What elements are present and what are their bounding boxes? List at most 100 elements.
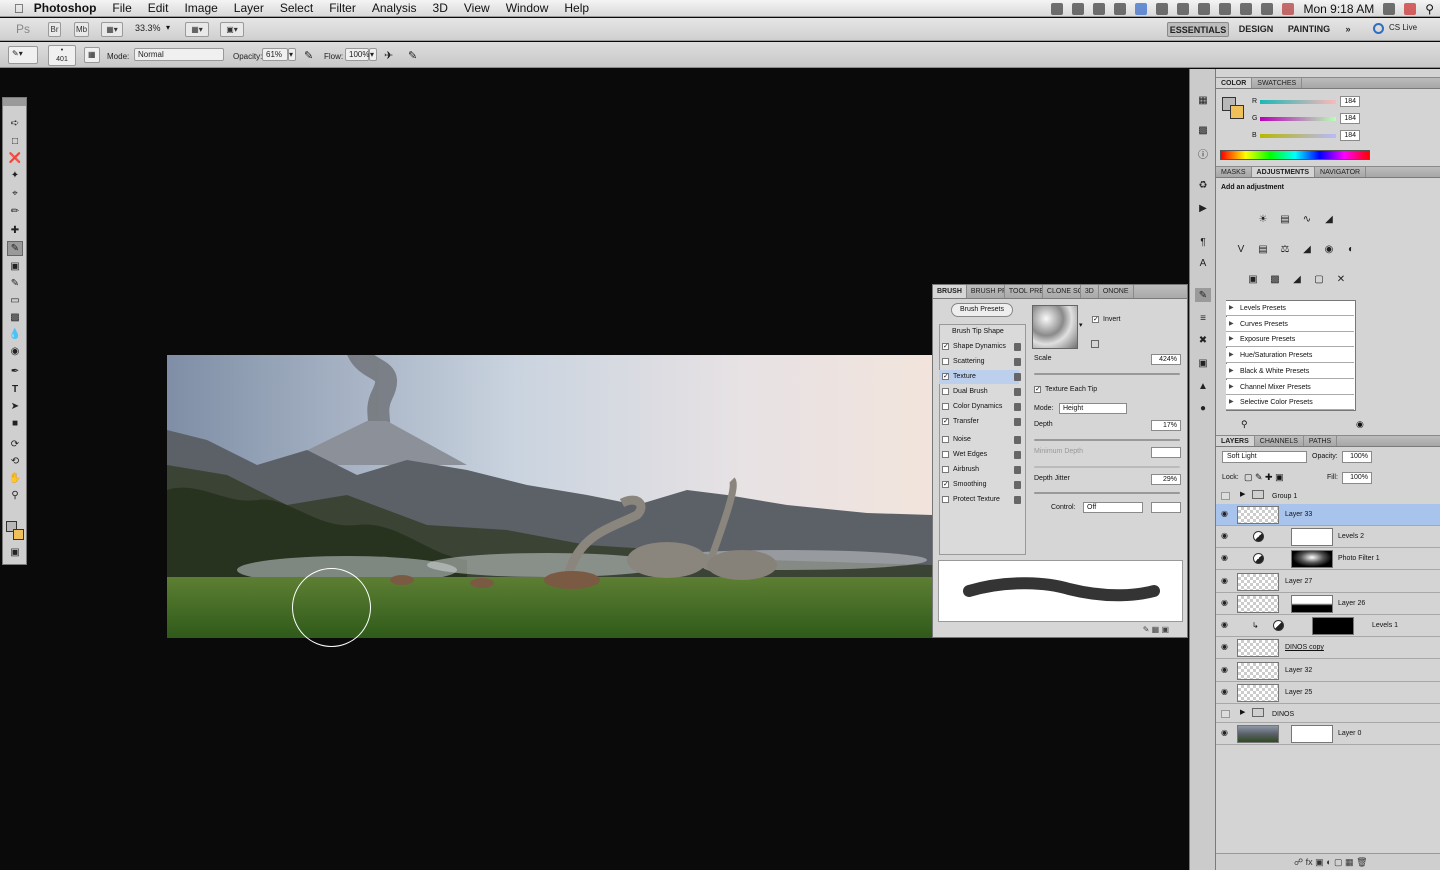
layer-mask-thumbnail[interactable] bbox=[1312, 617, 1354, 635]
adjustment-preset-item[interactable]: Hue/Saturation Presets bbox=[1226, 348, 1354, 364]
layer-mask-thumbnail[interactable] bbox=[1291, 725, 1333, 743]
layer-row[interactable]: ◉ Layer 32 bbox=[1216, 660, 1440, 682]
minibridge-button[interactable]: Mb bbox=[74, 22, 89, 37]
quick-select-tool-icon[interactable]: ✦ bbox=[7, 168, 23, 183]
bolt-icon[interactable] bbox=[1219, 2, 1232, 15]
opacity-field[interactable]: 61% bbox=[262, 48, 288, 61]
lock-icon[interactable] bbox=[1014, 343, 1021, 351]
expand-arrow-icon[interactable]: ▶ bbox=[1240, 490, 1245, 498]
spotlight-icon[interactable]: ⚲ bbox=[1425, 2, 1434, 16]
lock-icon[interactable] bbox=[1014, 388, 1021, 396]
history-panel-icon[interactable]: ♻ bbox=[1195, 178, 1211, 192]
visibility-toggle[interactable] bbox=[1221, 492, 1230, 500]
zoom-dropdown-icon[interactable]: ▾ bbox=[166, 23, 170, 32]
checkbox[interactable] bbox=[942, 403, 949, 410]
layers-footer-icons[interactable]: ☍ fx ▣ ◐ ▢ ▦ 🗑 bbox=[1294, 857, 1368, 868]
workspace-design[interactable]: DESIGN bbox=[1237, 22, 1275, 37]
menu-layer[interactable]: Layer bbox=[226, 0, 272, 17]
crop-tool-icon[interactable]: ⌖ bbox=[7, 186, 23, 201]
brightness-icon[interactable]: ☀ bbox=[1256, 212, 1270, 226]
adjustment-preset-item[interactable]: Curves Presets bbox=[1226, 316, 1354, 332]
menu-help[interactable]: Help bbox=[556, 0, 597, 17]
depth-field[interactable]: 17% bbox=[1151, 420, 1181, 431]
menu-3d[interactable]: 3D bbox=[425, 0, 456, 17]
clock-text[interactable]: Mon 9:18 AM bbox=[1303, 2, 1374, 16]
onone-panel-icon[interactable]: ● bbox=[1195, 401, 1211, 415]
scale-field[interactable]: 424% bbox=[1151, 354, 1181, 365]
color-spectrum-bar[interactable] bbox=[1220, 150, 1370, 160]
texture-each-tip-checkbox[interactable]: ✓ Texture Each Tip bbox=[1031, 383, 1131, 397]
checkbox[interactable] bbox=[942, 496, 949, 503]
invert-checkbox[interactable]: ✓ Invert bbox=[1089, 313, 1129, 327]
bluetooth-icon[interactable] bbox=[1135, 2, 1148, 15]
tab-clone-source[interactable]: CLONE SO bbox=[1043, 285, 1081, 298]
sync-icon[interactable] bbox=[1114, 2, 1127, 15]
minibridge-panel-icon[interactable]: ▦ bbox=[1195, 93, 1211, 107]
brush-option-airbrush[interactable]: Airbrush bbox=[939, 463, 1021, 477]
fill-field[interactable]: 100% bbox=[1342, 472, 1372, 484]
menu-image[interactable]: Image bbox=[176, 0, 225, 17]
adjustments-footer-icons[interactable]: ⚲ bbox=[1241, 419, 1248, 430]
checkbox[interactable] bbox=[942, 451, 949, 458]
brush-panel-icon[interactable]: ✎ bbox=[1195, 288, 1211, 302]
layer-row[interactable]: ◉ Levels 2 bbox=[1216, 526, 1440, 548]
layer-row[interactable]: ◉ ↳ Levels 1 bbox=[1216, 615, 1440, 637]
lock-icon[interactable] bbox=[1014, 466, 1021, 474]
depth-jitter-field[interactable]: 29% bbox=[1151, 474, 1181, 485]
layer-row[interactable]: ◉ Layer 26 bbox=[1216, 593, 1440, 615]
menu-view[interactable]: View bbox=[456, 0, 498, 17]
clone-source-panel-icon[interactable]: ▣ bbox=[1195, 356, 1211, 370]
layer-row[interactable]: ▶ DINOS bbox=[1216, 704, 1440, 723]
menu-file[interactable]: File bbox=[104, 0, 139, 17]
apple-menu-icon[interactable]:  bbox=[0, 0, 32, 17]
checkbox[interactable]: ✓ bbox=[942, 481, 949, 488]
flag-icon[interactable] bbox=[1282, 2, 1295, 15]
tab-brush-presets[interactable]: BRUSH PR bbox=[967, 285, 1005, 298]
background-color-swatch[interactable] bbox=[13, 529, 24, 540]
lock-icon[interactable] bbox=[1014, 436, 1021, 444]
screen-mode-button[interactable]: ▣▾ bbox=[220, 22, 244, 37]
layer-thumbnail[interactable] bbox=[1237, 662, 1279, 680]
workspace-essentials[interactable]: ESSENTIALS bbox=[1167, 22, 1229, 37]
layer-mask-thumbnail[interactable] bbox=[1291, 595, 1333, 613]
checkbox[interactable] bbox=[942, 436, 949, 443]
posterize-icon[interactable]: ▩ bbox=[1268, 272, 1282, 286]
lock-icon[interactable] bbox=[1014, 481, 1021, 489]
adjustment-preset-item[interactable]: Exposure Presets bbox=[1226, 332, 1354, 348]
eye-icon[interactable]: ◉ bbox=[1221, 599, 1230, 607]
brush-option-smoothing[interactable]: ✓ Smoothing bbox=[939, 478, 1021, 492]
tab-masks[interactable]: MASKS bbox=[1216, 167, 1252, 177]
flow-dropdown-icon[interactable]: ▾ bbox=[369, 48, 377, 61]
checkbox[interactable] bbox=[942, 388, 949, 395]
blur-tool-icon[interactable]: 💧 bbox=[7, 327, 23, 342]
quick-mask-icon[interactable]: ▣ bbox=[7, 545, 23, 560]
expand-arrow-icon[interactable]: ▶ bbox=[1240, 708, 1245, 716]
brush-option-noise[interactable]: Noise bbox=[939, 433, 1021, 447]
workspace-more-icon[interactable]: » bbox=[1341, 22, 1355, 37]
texture-swatch[interactable] bbox=[1032, 305, 1078, 349]
volume-icon[interactable] bbox=[1261, 2, 1274, 15]
brush-panel-toggle-icon[interactable]: ▦ bbox=[84, 47, 100, 63]
character-panel-icon[interactable]: A bbox=[1195, 256, 1211, 270]
move-tool-icon[interactable]: ➪ bbox=[7, 116, 23, 131]
tab-brush[interactable]: BRUSH bbox=[933, 285, 967, 298]
tab-onone[interactable]: ONONE bbox=[1099, 285, 1134, 298]
layer-row[interactable]: ◉ Layer 0 bbox=[1216, 723, 1440, 745]
wifi-icon[interactable] bbox=[1240, 2, 1253, 15]
tab-swatches[interactable]: SWATCHES bbox=[1252, 78, 1303, 88]
brush-tool-icon[interactable]: ✎ bbox=[7, 241, 23, 256]
eraser-tool-icon[interactable]: ▭ bbox=[7, 293, 23, 308]
levels-icon[interactable]: ▤ bbox=[1278, 212, 1292, 226]
hand-tool-icon[interactable]: ✋ bbox=[7, 471, 23, 486]
app-menu[interactable]: Photoshop bbox=[32, 0, 105, 17]
gradient-tool-icon[interactable]: ▩ bbox=[7, 310, 23, 325]
layer-thumbnail[interactable] bbox=[1237, 573, 1279, 591]
image-panel-icon[interactable]: ▩ bbox=[1195, 123, 1211, 137]
eye-icon[interactable]: ◉ bbox=[1221, 554, 1230, 562]
channel-mixer-icon[interactable]: ◐ bbox=[1344, 242, 1358, 256]
texture-dropdown-icon[interactable]: ▾ bbox=[1079, 321, 1083, 329]
path-select-tool-icon[interactable]: ➤ bbox=[7, 399, 23, 414]
r-slider[interactable] bbox=[1260, 100, 1336, 104]
panel-footer-icons[interactable]: ✎ ▦ ▣ bbox=[1143, 625, 1169, 634]
exposure-icon[interactable]: ◢ bbox=[1322, 212, 1336, 226]
